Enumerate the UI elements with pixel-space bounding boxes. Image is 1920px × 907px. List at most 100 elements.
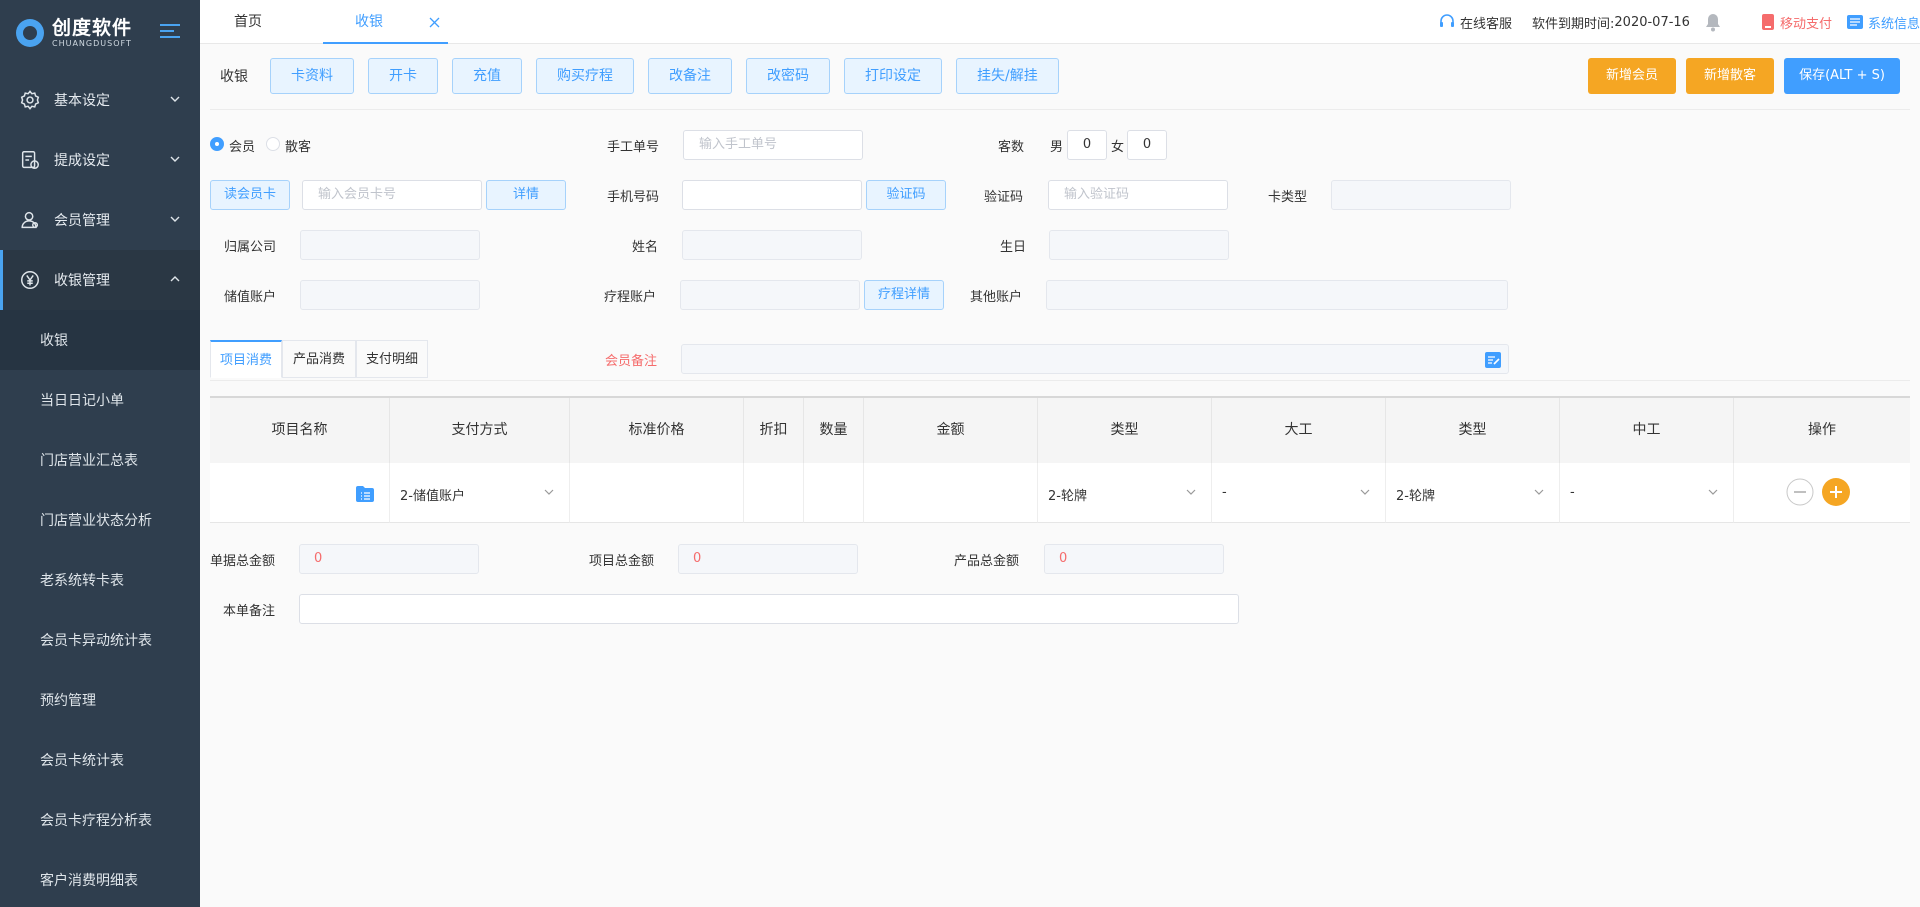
detail-button[interactable]: 详情 [486, 180, 566, 210]
col-amount: 金额 [864, 398, 1038, 463]
mobile-pay-link[interactable]: 移动支付 [1760, 13, 1832, 32]
col-mid-worker: 中工 [1560, 398, 1734, 463]
sidebar-item-reservation[interactable]: 预约管理 [0, 670, 200, 730]
discount-cell[interactable] [744, 463, 804, 523]
product-total-label: 产品总金额 [954, 554, 1020, 569]
sidebar-item-card-change-stats[interactable]: 会员卡异动统计表 [0, 610, 200, 670]
bill-total-value: 0 [299, 544, 479, 574]
female-label: 女 [1111, 140, 1125, 155]
sidebar-item-daily-notes[interactable]: 当日日记小单 [0, 370, 200, 430]
chevron-down-icon [170, 216, 180, 222]
female-count-input[interactable]: 0 [1127, 130, 1167, 160]
nav-group-cashier-management[interactable]: 收银管理 [0, 250, 200, 310]
type-1-select[interactable]: 2-轮牌 [1038, 463, 1212, 523]
manual-no-label: 手工单号 [607, 140, 660, 155]
mid-worker-select[interactable]: - [1560, 463, 1734, 523]
send-verify-button[interactable]: 验证码 [866, 180, 946, 210]
table-row: 2-储值账户 2-轮牌 - 2-轮牌 - [210, 463, 1910, 523]
standard-price-cell [570, 463, 744, 523]
new-guest-button[interactable]: 新增散客 [1686, 58, 1774, 94]
sidebar-item-store-summary[interactable]: 门店营业汇总表 [0, 430, 200, 490]
member-remark-field[interactable] [681, 344, 1509, 374]
save-button[interactable]: 保存(ALT + S) [1784, 58, 1900, 94]
system-info-icon [1846, 15, 1863, 29]
read-card-button[interactable]: 读会员卡 [210, 180, 290, 210]
card-no-input[interactable]: 输入会员卡号 [302, 180, 482, 210]
chevron-down-icon [170, 96, 180, 102]
nav-group-commission-settings[interactable]: 提成设定 [0, 130, 200, 190]
verify-input[interactable]: 输入验证码 [1048, 180, 1228, 210]
type-2-select[interactable]: 2-轮牌 [1386, 463, 1560, 523]
senior-worker-select[interactable]: - [1212, 463, 1386, 523]
bill-note-input[interactable] [299, 594, 1239, 624]
menu-toggle-icon[interactable] [160, 24, 180, 40]
amount-cell [864, 463, 1038, 523]
nav-group-member-management[interactable]: 会员管理 [0, 190, 200, 250]
mobile-pay-icon [1761, 14, 1774, 30]
project-name-cell[interactable] [210, 463, 390, 523]
sidebar-item-customer-detail[interactable]: 客户消费明细表 [0, 850, 200, 907]
tab-label: 收银 [355, 14, 383, 30]
col-discount: 折扣 [744, 398, 804, 463]
sidebar-item-store-status[interactable]: 门店营业状态分析 [0, 490, 200, 550]
folder-list-icon[interactable] [355, 485, 375, 503]
tab-cashier[interactable]: 收银 [323, 0, 448, 44]
sidebar-item-card-stats[interactable]: 会员卡统计表 [0, 730, 200, 790]
quantity-cell[interactable] [804, 463, 864, 523]
buy-course-button[interactable]: 购买疗程 [536, 58, 634, 94]
recharge-button[interactable]: 充值 [452, 58, 522, 94]
col-actions: 操作 [1734, 398, 1910, 463]
tab-home[interactable]: 首页 [234, 0, 262, 44]
card-type-label: 卡类型 [1268, 190, 1308, 205]
guest-radio[interactable] [266, 137, 280, 151]
report-loss-button[interactable]: 挂失/解挂 [956, 58, 1059, 94]
open-card-button[interactable]: 开卡 [368, 58, 438, 94]
project-total-label: 项目总金额 [589, 554, 655, 569]
system-info-link[interactable]: 系统信息 [1846, 13, 1920, 32]
online-service-link[interactable]: 在线客服 [1438, 13, 1512, 32]
sidebar-item-cashier[interactable]: 收银 [0, 310, 200, 370]
senior-worker-value: - [1222, 485, 1227, 500]
new-member-button[interactable]: 新增会员 [1588, 58, 1676, 94]
nav-group-basic-settings[interactable]: 基本设定 [0, 70, 200, 130]
manual-no-input[interactable]: 输入手工单号 [683, 130, 863, 160]
top-bar: 首页 收银 在线客服 软件到期时间: 2020-07-16 移动支付 系统信息 [200, 0, 1920, 44]
tab-product-consumption[interactable]: 产品消费 [282, 340, 356, 378]
company-field [300, 230, 480, 260]
table-header: 项目名称 支付方式 标准价格 折扣 数量 金额 类型 大工 类型 中工 操作 [210, 398, 1910, 463]
remove-row-icon[interactable] [1786, 478, 1814, 506]
bell-icon [1705, 14, 1720, 32]
divider [210, 380, 1910, 381]
guest-radio-label: 散客 [285, 140, 312, 155]
sidebar-item-card-course-analysis[interactable]: 会员卡疗程分析表 [0, 790, 200, 850]
logo-title: 创度软件 [52, 16, 133, 39]
sidebar: 创度软件 CHUANGDUSOFT 基本设定 提成设定 会员管理 收银管理 收银… [0, 0, 200, 907]
col-type-1: 类型 [1038, 398, 1212, 463]
sidebar-item-old-card-transfer[interactable]: 老系统转卡表 [0, 550, 200, 610]
add-row-icon[interactable] [1822, 478, 1850, 506]
member-radio[interactable] [210, 137, 224, 151]
logo-icon [16, 18, 44, 47]
phone-label: 手机号码 [607, 190, 660, 205]
card-info-button[interactable]: 卡资料 [270, 58, 354, 94]
edit-note-icon[interactable] [1484, 351, 1502, 369]
print-settings-button[interactable]: 打印设定 [844, 58, 942, 94]
card-type-field [1331, 180, 1511, 210]
product-total-value: 0 [1044, 544, 1224, 574]
tab-project-consumption[interactable]: 项目消费 [210, 340, 282, 378]
other-account-label: 其他账户 [970, 290, 1023, 305]
notification-button[interactable] [1704, 12, 1726, 32]
change-password-button[interactable]: 改密码 [746, 58, 830, 94]
male-count-input[interactable]: 0 [1067, 130, 1107, 160]
edit-remark-button[interactable]: 改备注 [648, 58, 732, 94]
tab-payment-detail[interactable]: 支付明细 [356, 340, 428, 378]
member-remark-label: 会员备注 [605, 354, 658, 369]
chevron-down-icon [1534, 489, 1544, 495]
course-detail-button[interactable]: 疗程详情 [864, 280, 944, 310]
payment-method-value: 2-储值账户 [400, 489, 465, 504]
close-icon[interactable] [429, 17, 440, 28]
stored-account-field [300, 280, 480, 310]
phone-input[interactable] [682, 180, 862, 210]
payment-method-select[interactable]: 2-储值账户 [390, 463, 570, 523]
chevron-down-icon [1360, 489, 1370, 495]
